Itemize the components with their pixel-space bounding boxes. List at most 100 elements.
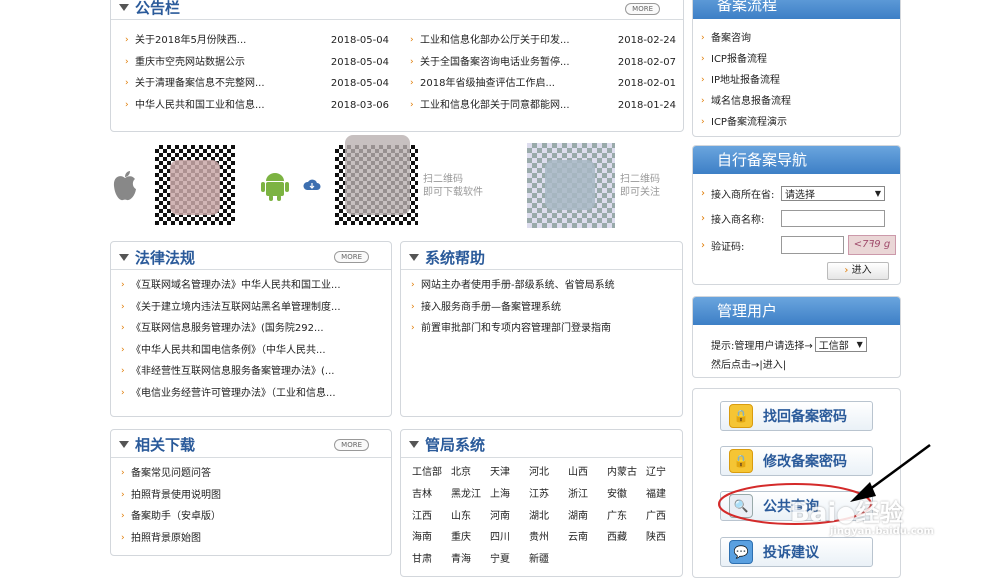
list-item[interactable]: › ICP报备流程 [701,49,896,70]
admin-prompt: 提示:管理用户请选择→ [711,341,813,352]
province-link[interactable]: 山东 [451,506,490,528]
admin-select[interactable]: 工信部 ▼ [814,337,867,352]
help-list: › 网站主办者使用手册-部级系统、省管局系统 › 接入服务商手册—备案管理系统 › 前… [411,275,679,340]
announcement-more-button[interactable]: MORE [625,3,660,15]
download-title-text: 相关下载 [135,436,196,454]
name-row: › 接入商名称: [701,210,885,227]
province-link[interactable]: 上海 [490,484,529,506]
help-title-text: 系统帮助 [425,249,486,267]
province-link[interactable]: 吉林 [412,484,451,506]
list-item[interactable]: › ICP备案流程演示 [701,112,896,133]
process-panel: 备案流程 › 备案咨询 › ICP报备流程 › IP地址报备流程 › 域名信息报备流程 … [692,0,901,137]
download-title: 相关下载 [119,434,195,455]
admin-title: 管理用户 [693,297,900,325]
province-link[interactable]: 西藏 [607,527,646,549]
province-link[interactable]: 山西 [568,462,607,484]
law-more-button[interactable]: MORE [334,251,369,263]
province-link[interactable]: 黑龙江 [451,484,490,506]
province-link[interactable]: 甘肃 [412,549,451,571]
divider [401,269,682,270]
watermark-cn: 经验 [855,499,904,527]
province-link[interactable]: 海南 [412,527,451,549]
list-item[interactable]: › 备案常见问题问答 [121,463,386,485]
province-link[interactable]: 工信部 [412,462,451,484]
province-link[interactable]: 陕西 [646,527,685,549]
province-link[interactable]: 新疆 [529,549,568,571]
lock-icon: 🔒 [729,404,753,428]
watermark-brand: Bai [790,498,837,528]
list-item[interactable]: › 拍照背景使用说明图 [121,485,386,507]
blurred-overlay [345,135,410,215]
captcha-input[interactable] [781,236,844,254]
list-item[interactable]: › 《互联网信息服务管理办法》(国务院292... [121,318,386,340]
province-link[interactable]: 湖南 [568,506,607,528]
province-link[interactable]: 广西 [646,506,685,528]
list-item[interactable]: › IP地址报备流程 [701,70,896,91]
province-link[interactable]: 青海 [451,549,490,571]
province-link[interactable]: 江苏 [529,484,568,506]
admin-enter-link[interactable]: |进入| [759,356,786,371]
list-item[interactable]: › 2018年省级抽查评估工作启... 2018-02-01 [410,73,676,95]
collapse-triangle-icon [119,441,129,448]
province-link[interactable]: 广东 [607,506,646,528]
name-input[interactable] [781,210,885,227]
list-item[interactable]: › 工业和信息化部办公厅关于印发... 2018-02-24 [410,30,676,52]
apple-icon[interactable] [111,170,139,202]
province-link[interactable]: 湖北 [529,506,568,528]
list-item[interactable]: › 备案助手（安卓版） [121,506,386,528]
baidu-watermark: Bai●经验 jingyan.baidu.com [790,493,934,537]
law-list: › 《互联网域名管理办法》中华人民共和国工业... › 《关于建立境内违法互联网站黑… [121,275,386,405]
list-item[interactable]: › 网站主办者使用手册-部级系统、省管局系统 [411,275,679,297]
list-item[interactable]: › 工业和信息化部关于同意都能网... 2018-01-24 [410,95,676,117]
province-link[interactable]: 四川 [490,527,529,549]
province-link[interactable]: 北京 [451,462,490,484]
list-item[interactable]: › 前置审批部门和专项内容管理部门登录指南 [411,318,679,340]
province-link[interactable]: 福建 [646,484,685,506]
list-item[interactable]: › 《电信业务经营许可管理办法》（工业和信息... [121,383,386,405]
dropdown-arrow-icon: ▼ [856,340,863,349]
province-link[interactable]: 浙江 [568,484,607,506]
captcha-image[interactable]: <7ꟻ9 g [848,235,896,255]
province-link[interactable]: 辽宁 [646,462,685,484]
list-item[interactable]: › 关于清理备案信息不完整网... 2018-05-04 [125,73,389,95]
list-item[interactable]: › 《中华人民共和国电信条例》（中华人民共... [121,340,386,362]
admin-prompt-row: 提示:管理用户请选择→ 工信部 ▼ [711,337,867,352]
list-item[interactable]: › 中华人民共和国工业和信息... 2018-03-06 [125,95,389,117]
province-link[interactable]: 河北 [529,462,568,484]
retrieve-password-button[interactable]: 🔒 找回备案密码 [720,401,873,431]
list-item[interactable]: › 《非经营性互联网信息服务备案管理办法》(... [121,361,386,383]
list-item[interactable]: › 关于全国备案咨询电话业务暂停... 2018-02-07 [410,52,676,74]
list-item[interactable]: › 《互联网域名管理办法》中华人民共和国工业... [121,275,386,297]
announcement-title-text: 公告栏 [135,0,181,17]
list-item[interactable]: › 备案咨询 [701,28,896,49]
name-label: 接入商名称: [711,215,765,226]
province-link[interactable]: 贵州 [529,527,568,549]
province-link[interactable]: 重庆 [451,527,490,549]
province-link[interactable]: 内蒙古 [607,462,646,484]
province-link[interactable]: 天津 [490,462,529,484]
cloud-download-icon[interactable] [303,178,321,192]
province-link[interactable]: 宁夏 [490,549,529,571]
province-link[interactable]: 河南 [490,506,529,528]
location-select[interactable]: 请选择 ▼ [781,186,885,201]
list-item[interactable]: › 拍照背景原始图 [121,528,386,550]
list-item[interactable]: › 域名信息报备流程 [701,91,896,112]
download-more-button[interactable]: MORE [334,439,369,451]
bureau-title: 管局系统 [409,434,485,455]
selfnav-enter-button[interactable]: › 进入 [827,262,889,280]
list-item[interactable]: › 接入服务商手册—备案管理系统 [411,297,679,319]
captcha-row: › 验证码: <7ꟻ9 g [701,235,896,255]
list-item[interactable]: › 关于2018年5月份陕西... 2018-05-04 [125,30,389,52]
blurred-overlay [545,160,595,210]
admin-panel: 管理用户 提示:管理用户请选择→ 工信部 ▼ 然后点击→ |进入| [692,296,901,378]
bureau-title-text: 管局系统 [425,436,486,454]
android-icon[interactable] [260,169,290,201]
list-item[interactable]: › 《关于建立境内违法互联网站黑名单管理制度... [121,297,386,319]
province-link[interactable]: 江西 [412,506,451,528]
location-label: 接入商所在省: [711,190,775,201]
list-item[interactable]: › 重庆市空壳网站数据公示 2018-05-04 [125,52,389,74]
suggest-button[interactable]: 💬 投诉建议 [720,537,873,567]
admin-select-value: 工信部 [818,341,849,352]
province-link[interactable]: 安徽 [607,484,646,506]
province-link[interactable]: 云南 [568,527,607,549]
